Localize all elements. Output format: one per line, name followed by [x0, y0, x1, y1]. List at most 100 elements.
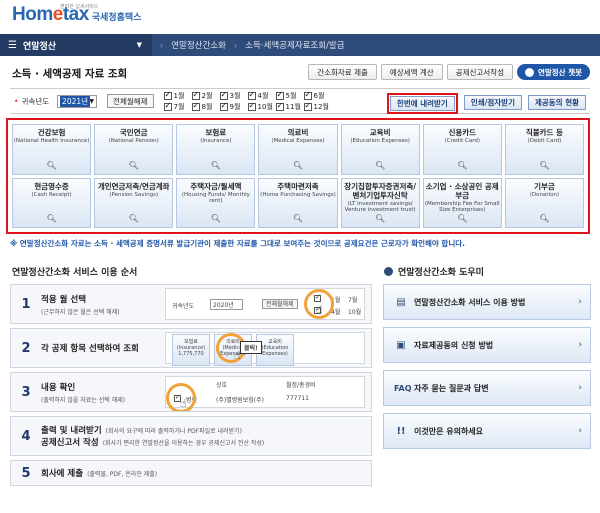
category-medical[interactable]: 의료비 (Medical Expenses) 🔍︎ — [258, 124, 338, 175]
category-donation[interactable]: 기부금 (Donation) 🔍︎ — [504, 177, 584, 228]
consent-status-button[interactable]: 제공동의 현황 — [527, 95, 586, 110]
month-label: 4월 — [257, 91, 269, 100]
category-home-savings[interactable]: 주택마련저축 (Home Purchasing Savings) 🔍︎ — [258, 177, 338, 228]
step-2-illustration: 보험료 (Insurance) 1,775,770 의료비 (Medical Expe… — [165, 332, 365, 366]
logo-korean: 국세청홈택스 — [91, 13, 142, 23]
download-all-button[interactable]: 한번에 내려받기 — [389, 96, 455, 111]
category-credit-card[interactable]: 신용카드 (Credit Card) 🔍︎ — [422, 124, 502, 175]
mock-month: 10월 — [348, 309, 362, 316]
id-card-icon: ▣ — [396, 339, 406, 351]
month-4[interactable]: 4월 — [247, 90, 276, 101]
category-name: 소기업 · 소상공인 공제부금 — [425, 181, 499, 200]
category-pension-savings[interactable]: 개인연금저축/연금계좌 (Pension Savings) 🔍︎ — [94, 177, 174, 228]
main-nav: ☰ 연말정산 ▼ › 연말정산간소화 › 소득·세액공제자료조회/발급 — [0, 34, 600, 56]
deduction-category-grid: 건강보험 (National Health Insurance) 🔍︎ 국민연금 (N… — [6, 118, 590, 234]
checkbox-checked[interactable] — [191, 90, 200, 100]
category-sub: (Pension Savings) — [109, 191, 159, 198]
help-item-caution[interactable]: !! 이것만은 유의하세요 › — [383, 413, 591, 449]
category-name: 의료비 — [287, 128, 309, 137]
checkbox-checked[interactable] — [219, 90, 228, 100]
month-3[interactable]: 3월 — [219, 90, 248, 101]
step-note: (회사의 요구에 따라 출력하거나 PDF파일로 내려받기) — [105, 428, 242, 435]
checkbox-checked[interactable] — [247, 101, 256, 111]
month-10[interactable]: 10월 — [247, 101, 276, 112]
breadcrumb-item[interactable]: 소득·세액공제자료조회/발급 — [245, 39, 344, 51]
write-declaration-button[interactable]: 공제신고서작성 — [446, 64, 513, 80]
category-cash-receipt[interactable]: 현금영수증 (Cash Receipt) 🔍︎ — [12, 177, 92, 228]
category-name: 주택마련저축 — [277, 181, 319, 191]
step-line: 공제신고서 작성 (회사가 편리한 연말정산을 이용하는 경우 공제신고서 전산 … — [41, 436, 264, 448]
month-11[interactable]: 11월 — [275, 101, 304, 112]
bullet-icon: • — [14, 96, 19, 106]
clear-all-months-button[interactable]: 전체월해제 — [107, 94, 154, 108]
category-name: 개인연금저축/연금계좌 — [97, 181, 170, 191]
month-5[interactable]: 5월 — [275, 90, 304, 101]
month-label: 9월 — [229, 102, 241, 111]
step-note-2: (회사가 편리한 연말정산을 이용하는 경우 공제신고서 전산 작성) — [102, 440, 265, 447]
month-12[interactable]: 12월 — [303, 101, 332, 112]
month-9[interactable]: 9월 — [219, 101, 248, 112]
mock-col-header: 월정/총경비 — [286, 382, 316, 389]
checkbox-checked[interactable] — [219, 101, 228, 111]
guide-steps: 1 적용 월 선택 (근무하지 않은 월은 선택 해제) 귀속년도 2020년 … — [10, 284, 372, 490]
search-icon: 🔍︎ — [539, 160, 550, 170]
category-lt-investment[interactable]: 장기집합투자증권저축/벤처기업투자신탁 (LT investment saving… — [340, 177, 420, 228]
search-icon: 🔍︎ — [210, 214, 221, 223]
category-sub: (Housing Funds/ Monthly rent) — [181, 191, 250, 205]
category-housing-funds[interactable]: 주택자금/월세액 (Housing Funds/ Monthly rent) 🔍︎ — [176, 177, 256, 228]
checkbox-checked[interactable] — [247, 90, 256, 100]
category-education[interactable]: 교육비 (Education Expenses) 🔍︎ — [340, 124, 420, 175]
hand-pointer-icon: ☝ — [180, 397, 187, 410]
hand-pointer-icon: ☝ — [316, 303, 323, 316]
category-sub: (National Pension) — [108, 138, 159, 144]
nav-menu-dropdown[interactable]: ☰ 연말정산 ▼ — [0, 34, 152, 56]
category-health-insurance[interactable]: 건강보험 (National Health Insurance) 🔍︎ — [12, 124, 92, 175]
category-sub: (Cash Receipt) — [31, 191, 72, 198]
month-1[interactable]: 1월 — [163, 90, 192, 101]
estimate-tax-button[interactable]: 예상세액 계산 — [380, 64, 443, 80]
chevron-right-icon: › — [578, 340, 582, 350]
category-sub: (LT investment savings/ Venture investme… — [344, 200, 416, 214]
month-label: 3월 — [229, 91, 241, 100]
step-text: 각 공제 항목 선택하여 조회 — [41, 342, 139, 354]
highlight-outline: 한번에 내려받기 — [386, 93, 458, 114]
checkbox-checked[interactable] — [191, 101, 200, 111]
checkbox-checked[interactable] — [275, 101, 284, 111]
month-label: 12월 — [313, 102, 329, 111]
category-name: 보험료 — [205, 128, 227, 137]
click-tooltip: 클릭! — [240, 341, 262, 354]
checkbox-checked[interactable] — [163, 101, 172, 111]
month-7[interactable]: 7월 — [163, 101, 192, 112]
category-debit-card[interactable]: 직불카드 등 (Debit Card) 🔍︎ — [504, 124, 584, 175]
search-icon: 🔍︎ — [292, 160, 304, 170]
mock-year-label: 귀속년도 — [172, 303, 195, 310]
help-item-faq[interactable]: FAQ 자주 묻는 질문과 답변 › — [383, 370, 591, 406]
print-braille-button[interactable]: 인쇄/점자받기 — [463, 95, 522, 110]
month-8[interactable]: 8월 — [191, 101, 220, 112]
submit-data-button[interactable]: 간소화자료 제출 — [308, 64, 377, 80]
mock-card: 보험료 (Insurance) 1,775,770 — [172, 334, 210, 366]
search-icon: 🔍︎ — [210, 160, 221, 170]
month-label: 11월 — [285, 102, 301, 111]
help-item-usage[interactable]: ▤ 연말정산간소화 서비스 이용 방법 › — [383, 284, 591, 320]
chatbot-button[interactable]: 연말정산 챗봇 — [516, 64, 590, 80]
year-select[interactable]: 2021년 ▼ — [57, 94, 98, 108]
month-label: 10월 — [257, 102, 273, 111]
month-2[interactable]: 2월 — [191, 90, 220, 101]
breadcrumb-item[interactable]: 연말정산간소화 — [171, 39, 226, 51]
category-insurance[interactable]: 보험료 (Insurance) 🔍︎ — [176, 124, 256, 175]
month-label: 6월 — [313, 91, 325, 100]
search-icon: 🔍︎ — [46, 214, 57, 223]
checkbox-checked[interactable] — [163, 90, 172, 100]
step-title: 출력 및 내려받기 — [41, 426, 102, 436]
hamburger-icon: ☰ — [8, 39, 17, 51]
month-6[interactable]: 6월 — [303, 90, 332, 101]
help-item-consent[interactable]: ▣ 자료제공동의 신청 방법 › — [383, 327, 591, 363]
category-small-enterprise[interactable]: 소기업 · 소상공인 공제부금 (Membership Fee For Small… — [422, 177, 502, 228]
checkbox-checked[interactable] — [303, 101, 312, 111]
year-select-value: 2021년 — [60, 95, 91, 107]
category-sub: (Donation) — [529, 191, 560, 198]
category-national-pension[interactable]: 국민연금 (National Pension) 🔍︎ — [94, 124, 174, 175]
checkbox-checked[interactable] — [303, 90, 312, 100]
checkbox-checked[interactable] — [275, 90, 284, 100]
